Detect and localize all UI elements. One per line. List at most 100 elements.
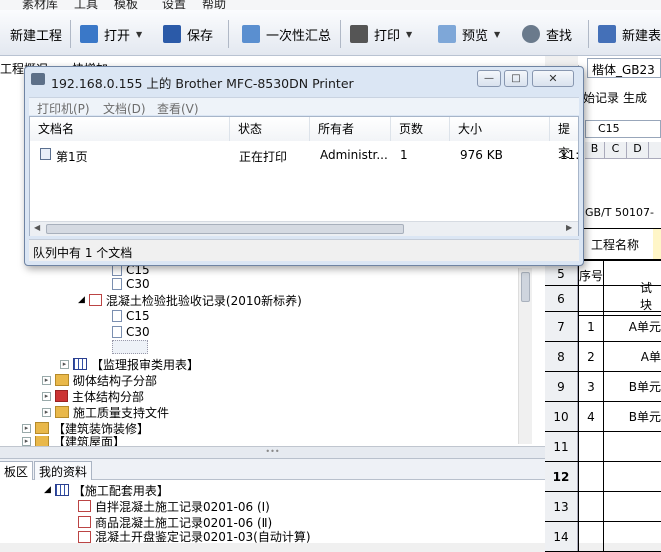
- preview-button[interactable]: 预览 ▼: [438, 22, 500, 46]
- seq-cell[interactable]: [578, 492, 604, 521]
- menu-help[interactable]: 帮助: [202, 0, 226, 10]
- tree-scrollbar[interactable]: [518, 268, 532, 444]
- summary-button[interactable]: 一次性汇总: [242, 22, 331, 46]
- column-header[interactable]: D: [627, 142, 649, 158]
- menu-view[interactable]: 查看(V): [157, 100, 199, 117]
- menu-printer[interactable]: 打印机(P): [37, 100, 90, 117]
- expand-icon[interactable]: ▸: [42, 375, 51, 385]
- tree-item[interactable]: ▸ 【监理报审类用表】: [60, 356, 199, 372]
- scroll-left-icon[interactable]: ◀: [34, 223, 40, 232]
- seq-cell[interactable]: 3: [578, 372, 604, 401]
- row-number[interactable]: 8: [545, 342, 578, 371]
- sheet-row[interactable]: 7 1 A单元: [545, 312, 661, 342]
- row-number[interactable]: 12: [545, 462, 578, 491]
- font-name-input[interactable]: 楷体_GB23: [587, 58, 661, 78]
- tree-item-selected[interactable]: [112, 340, 148, 354]
- unit-cell[interactable]: [609, 492, 661, 521]
- new-project-button[interactable]: 新建工程: [10, 22, 62, 46]
- horizontal-scrollbar[interactable]: ◀ ▶: [30, 221, 578, 236]
- seq-cell[interactable]: [578, 462, 604, 491]
- unit-cell[interactable]: B单元: [609, 402, 661, 431]
- row-number[interactable]: 13: [545, 492, 578, 521]
- expand-icon[interactable]: ▸: [22, 423, 31, 433]
- tab-my-data[interactable]: 我的资料: [34, 461, 93, 480]
- tree-item[interactable]: 自拌混凝土施工记录0201-06 (Ⅰ): [78, 498, 270, 514]
- unit-cell[interactable]: B单元: [609, 372, 661, 401]
- chevron-down-icon[interactable]: ▼: [494, 30, 500, 39]
- col-header-status[interactable]: 状态: [230, 117, 310, 141]
- find-button[interactable]: 查找: [522, 22, 572, 46]
- tree-item[interactable]: ▸ 【建筑装饰装修】: [22, 420, 149, 436]
- original-record-button[interactable]: 始记录: [583, 89, 619, 106]
- sheet-row[interactable]: 11: [545, 432, 661, 462]
- generate-button[interactable]: 生成: [623, 89, 647, 106]
- menu-document[interactable]: 文档(D): [103, 100, 146, 117]
- menu-tools[interactable]: 工具: [74, 0, 98, 10]
- unit-cell[interactable]: A单元: [609, 312, 661, 341]
- scrollbar-thumb[interactable]: [46, 224, 404, 234]
- row-number[interactable]: 7: [545, 312, 578, 341]
- row-number[interactable]: 10: [545, 402, 578, 431]
- seq-cell[interactable]: [578, 522, 604, 551]
- tree-item[interactable]: ◢ 混凝土检验批验收记录(2010新标养): [78, 292, 302, 308]
- sheet-row[interactable]: 8 2 A单: [545, 342, 661, 372]
- close-button[interactable]: ✕: [532, 70, 574, 87]
- row-number[interactable]: 11: [545, 432, 578, 461]
- sheet-row[interactable]: 13: [545, 492, 661, 522]
- seq-cell[interactable]: 2: [578, 342, 604, 371]
- column-header[interactable]: C: [605, 142, 627, 158]
- cell-ref-box[interactable]: C15: [585, 120, 661, 138]
- print-button[interactable]: 打印 ▼: [350, 22, 412, 46]
- col-header-name[interactable]: 文档名: [30, 117, 230, 141]
- expand-icon[interactable]: ▸: [42, 407, 51, 417]
- sheet-row[interactable]: 12: [545, 462, 661, 492]
- tree-item[interactable]: ▸ 砌体结构子分部: [42, 372, 157, 388]
- unit-cell[interactable]: [609, 522, 661, 551]
- tree-item[interactable]: C15: [112, 308, 150, 324]
- chevron-down-icon[interactable]: ▼: [406, 30, 412, 39]
- sheet-row[interactable]: 14: [545, 522, 661, 552]
- maximize-button[interactable]: □: [504, 70, 528, 87]
- new-table-button[interactable]: 新建表: [598, 22, 661, 46]
- tree-item[interactable]: ▸ 【建筑屋面】: [22, 436, 125, 446]
- tree-item[interactable]: ▸ 施工质量支持文件: [42, 404, 169, 420]
- tree-item[interactable]: C30: [112, 324, 150, 340]
- seq-cell[interactable]: 1: [578, 312, 604, 341]
- tree-item[interactable]: ▸ 主体结构分部: [42, 388, 144, 404]
- sheet-row[interactable]: 9 3 B单元: [545, 372, 661, 402]
- menu-materials[interactable]: 素材库: [22, 0, 58, 10]
- menu-templates[interactable]: 模板: [114, 0, 138, 10]
- highlight-cell[interactable]: [653, 229, 661, 259]
- collapse-icon[interactable]: ◢: [44, 485, 51, 495]
- table-row[interactable]: 第1页 正在打印 Administr... 1 976 KB 11:: [30, 143, 579, 164]
- row-number[interactable]: 6: [545, 286, 578, 311]
- scroll-right-icon[interactable]: ▶: [566, 223, 572, 232]
- sheet-row[interactable]: 10 4 B单元: [545, 402, 661, 432]
- tree-item[interactable]: 混凝土开盘鉴定记录0201-03(自动计算): [78, 530, 311, 543]
- tree-item[interactable]: ◢ 【施工配套用表】: [44, 482, 169, 498]
- expand-icon[interactable]: ▸: [60, 359, 69, 369]
- tree-item[interactable]: C30: [112, 276, 150, 292]
- splitter[interactable]: •••: [0, 446, 545, 458]
- save-button[interactable]: 保存: [163, 22, 213, 46]
- unit-cell[interactable]: [609, 432, 661, 461]
- scrollbar-thumb[interactable]: [521, 272, 530, 302]
- project-name-cell[interactable]: 工程名称: [578, 228, 661, 260]
- seq-cell[interactable]: [578, 432, 604, 461]
- column-header[interactable]: B: [585, 142, 605, 158]
- chevron-down-icon[interactable]: ▼: [136, 30, 142, 39]
- unit-cell[interactable]: A单: [609, 342, 661, 371]
- open-button[interactable]: 打开 ▼: [80, 22, 142, 46]
- seq-cell[interactable]: 4: [578, 402, 604, 431]
- col-header-pages[interactable]: 页数: [391, 117, 450, 141]
- col-header-owner[interactable]: 所有者: [310, 117, 391, 141]
- minimize-button[interactable]: —: [477, 70, 501, 87]
- col-header-submitted[interactable]: 提交: [550, 117, 578, 160]
- tab-template-area[interactable]: 板区: [0, 461, 34, 480]
- row-number[interactable]: 14: [545, 522, 578, 551]
- tree-item[interactable]: 商品混凝土施工记录0201-06 (Ⅱ): [78, 514, 272, 530]
- expand-icon[interactable]: ▸: [42, 391, 51, 401]
- row-number[interactable]: 9: [545, 372, 578, 401]
- collapse-icon[interactable]: ◢: [78, 295, 85, 305]
- unit-cell[interactable]: [609, 462, 661, 491]
